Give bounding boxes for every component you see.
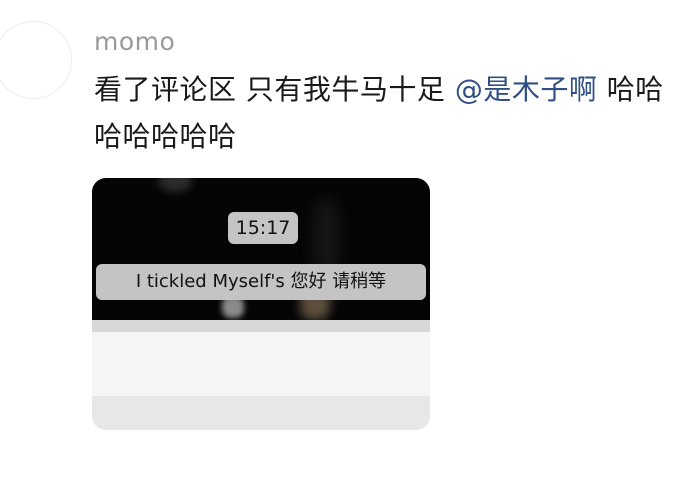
media-divider	[92, 320, 430, 332]
media-card[interactable]: 15:17 I tickled Myself's 您好 请稍等	[92, 178, 430, 430]
timestamp-pill: 15:17	[228, 212, 298, 244]
mention-link[interactable]: @是木子啊	[455, 73, 598, 106]
avatar[interactable]	[0, 21, 72, 99]
media-preview: 15:17 I tickled Myself's 您好 请稍等	[92, 178, 430, 320]
media-footer	[92, 396, 430, 430]
username[interactable]: momo	[94, 26, 175, 58]
comment-text: 看了评论区 只有我牛马十足 @是木子啊 哈哈哈哈哈哈哈	[94, 66, 674, 160]
comment-text-before: 看了评论区 只有我牛马十足	[94, 73, 455, 106]
preview-blur-shape	[158, 178, 192, 192]
notice-pill: I tickled Myself's 您好 请稍等	[96, 264, 426, 300]
